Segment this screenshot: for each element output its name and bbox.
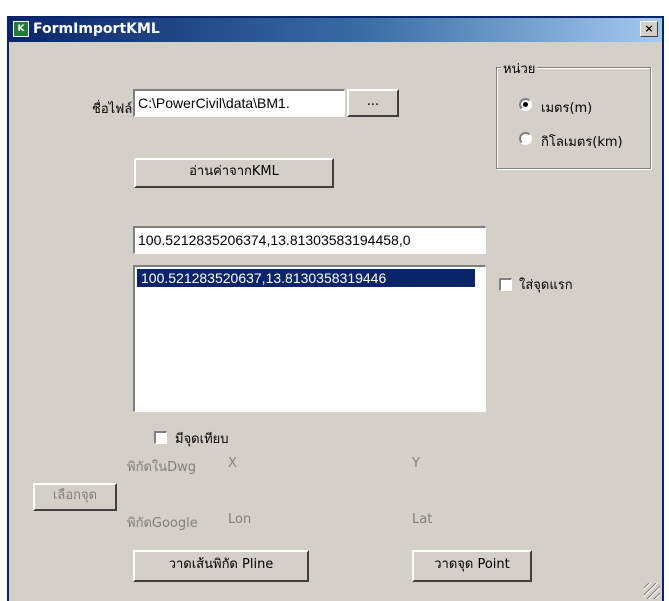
select-point-button[interactable]: เลือกจุด <box>33 483 117 511</box>
list-item[interactable]: 100.521283520637,13.8130358319446 <box>137 269 475 287</box>
app-icon: K <box>13 21 29 37</box>
form-import-kml-window: K FormImportKML × ชื่อไฟล์ C:\PowerCivil… <box>7 16 664 601</box>
draw-pline-button[interactable]: วาดเส้นพิกัด Pline <box>133 550 309 582</box>
draw-point-button[interactable]: วาดจุด Point <box>412 550 532 582</box>
unit-kilometer-label[interactable]: กิโลเมตร(km) <box>541 131 623 152</box>
google-lat-label: Lat <box>412 512 433 527</box>
google-lon-label: Lon <box>228 512 252 527</box>
browse-button[interactable]: ... <box>347 89 399 117</box>
radio-selected-dot <box>523 102 528 107</box>
dwg-x-label: X <box>228 456 237 471</box>
file-label: ชื่อไฟล์ <box>92 102 133 117</box>
units-legend: หน่วย <box>501 58 538 79</box>
unit-kilometer-radio[interactable] <box>519 132 532 145</box>
coordinate-list[interactable]: 100.521283520637,13.8130358319446 <box>133 265 486 412</box>
file-path-input[interactable]: C:\PowerCivil\data\BM1. <box>133 89 345 117</box>
first-point-checkbox[interactable] <box>499 278 512 291</box>
title-bar[interactable]: K FormImportKML × <box>9 18 662 42</box>
close-button[interactable]: × <box>640 21 658 37</box>
window-title: FormImportKML <box>33 21 160 37</box>
unit-meter-label[interactable]: เมตร(m) <box>541 97 592 118</box>
google-coordinate-label: พิกัดGoogle <box>127 516 198 531</box>
benchmark-checkbox[interactable] <box>154 431 167 444</box>
read-kml-button[interactable]: อ่านค่าจากKML <box>134 158 334 188</box>
unit-meter-radio[interactable] <box>519 98 532 111</box>
benchmark-label[interactable]: มีจุดเทียบ <box>175 428 229 449</box>
first-point-label[interactable]: ใส่จุดแรก <box>519 274 573 295</box>
coordinate-input[interactable]: 100.5212835206374,13.81303583194458,0 <box>133 226 486 254</box>
resize-grip-icon[interactable] <box>644 583 660 599</box>
units-group <box>496 67 651 169</box>
dwg-coordinate-label: พิกัดในDwg <box>127 460 197 475</box>
dwg-y-label: Y <box>412 456 420 471</box>
